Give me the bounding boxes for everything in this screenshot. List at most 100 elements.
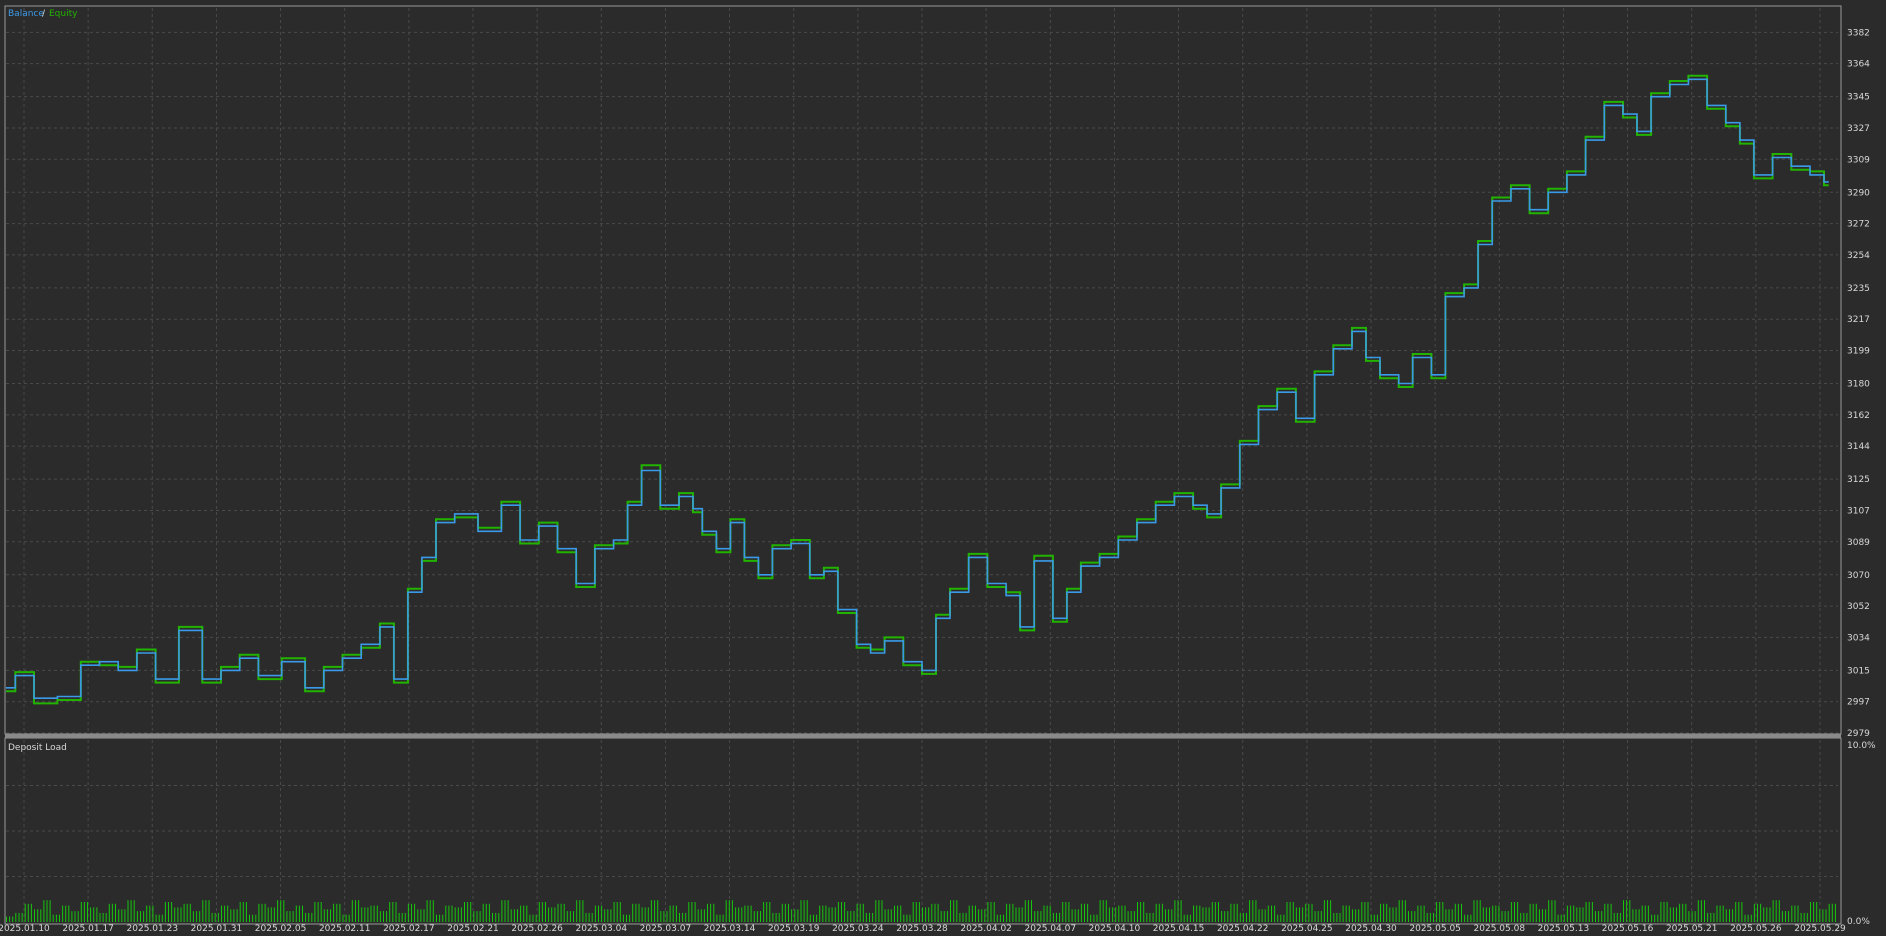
deposit-load-bar [1489,907,1490,922]
deposit-load-bar [887,909,889,922]
x-tick-label: 2025.05.05 [1409,924,1461,934]
deposit-load-bar [71,911,73,922]
deposit-load-bar [1258,909,1260,922]
deposit-load-bar [766,902,768,922]
deposit-load-bar [619,902,621,922]
deposit-load-bar [1012,903,1014,922]
deposit-load-bar [756,911,758,922]
deposit-load-bar [585,912,587,922]
deposit-load-bar [1395,907,1397,922]
deposit-load-bar [1732,909,1734,922]
deposit-load-bar [865,912,867,922]
y-tick-label: 3327 [1847,124,1870,134]
deposit-load-bar [1576,907,1578,922]
deposit-load-bar [504,900,506,922]
deposit-load-bar [1087,903,1089,922]
deposit-load-bar [1271,905,1272,922]
deposit-load-bar [80,902,82,922]
deposit-load-bar [579,900,581,922]
deposit-load-bar [697,909,699,922]
deposit-load-bar [1009,903,1011,922]
deposit-load-bar [1277,914,1279,922]
deposit-load-bar [968,905,970,922]
deposit-load-bar [903,914,905,922]
deposit-load-bar [345,914,347,922]
deposit-load-bar [1392,907,1394,922]
deposit-load-bar [1146,912,1148,922]
deposit-load-bar [844,902,846,922]
deposit-load-bar [1439,902,1441,922]
deposit-load-bar [1626,900,1628,922]
deposit-load-bar [348,914,350,922]
deposit-load-bar [1295,907,1297,922]
deposit-load-bar [1133,911,1135,922]
deposit-load-bar [361,907,363,922]
deposit-load-bar [1713,912,1715,922]
deposit-load-bar [831,907,833,922]
deposit-load-bar [1404,900,1406,922]
deposit-load-bar [990,902,992,922]
deposit-load-bar [688,902,690,922]
deposit-load-bar [1535,903,1537,922]
deposit-load-bar [1261,909,1263,922]
deposit-load-bar [1794,905,1796,922]
deposit-load-bar [862,903,864,922]
deposit-load-bar [825,905,827,922]
deposit-load-bar [1623,900,1624,922]
legend-balance-label: Balance [8,9,44,19]
x-axis-ticks: 2025.01.10 2025.01.17 2025.01.23 2025.01.31… [0,924,1846,934]
deposit-load-bar [806,900,808,922]
deposit-load-bar [1697,900,1699,922]
deposit-load-bar [915,902,917,922]
deposit-load-bar [1588,902,1590,922]
deposit-load-bar [1785,911,1786,922]
deposit-load-bar [548,907,550,922]
deposit-load-bar [728,900,730,922]
deposit-load-bar [1370,914,1372,922]
deposit-load-bar [1825,909,1827,922]
deposit-load-bar [1317,911,1319,922]
subpanel-y-top-label: 10.0% [1847,741,1876,751]
deposit-load-bar [55,914,57,922]
deposit-load-bar [841,902,842,922]
deposit-load-bar [778,912,780,922]
deposit-load-bar [679,912,680,922]
deposit-load-bar [320,902,322,922]
x-tick-label: 2025.04.25 [1281,924,1333,934]
deposit-load-bar [1616,912,1618,922]
deposit-load-bar [1062,902,1064,922]
deposit-load-bar [1806,912,1808,922]
deposit-load-bar [613,902,615,922]
deposit-load-bar [666,911,668,922]
panel-separator[interactable] [5,734,1841,738]
deposit-load-bar [700,909,702,922]
deposit-load-bar [1065,902,1067,922]
deposit-load-bar [196,911,198,922]
deposit-load-bar [1470,914,1472,922]
deposit-load-bar [1641,905,1643,922]
deposit-load-bar [937,903,939,922]
deposit-load-bar [1445,909,1447,922]
deposit-load-bar [1158,903,1160,922]
deposit-load-bar [467,902,469,922]
deposit-load-bar [513,909,515,922]
deposit-load-bar [526,905,528,922]
deposit-load-bar [996,914,998,922]
deposit-load-bar [479,911,481,922]
deposit-load-bar [1495,905,1497,922]
deposit-load-bar [1473,900,1475,922]
deposit-load-bar [445,905,447,922]
deposit-load-bar [1174,900,1176,922]
deposit-load-bar [1199,905,1201,922]
deposit-load-bar [436,914,437,922]
y-tick-label: 3125 [1847,475,1870,485]
deposit-load-bar [495,912,497,922]
y-tick-label: 3015 [1847,666,1870,676]
deposit-load-bar [289,911,291,922]
balance-equity-chart: 2979 2997 3015 3034 3052 3070 3089 3107 3125 3144… [0,0,1886,936]
deposit-load-bar [298,905,300,922]
deposit-load-bar [1077,909,1079,922]
deposit-load-bar [177,907,179,922]
deposit-load-bar [130,900,132,922]
deposit-load-bar [1775,900,1777,922]
